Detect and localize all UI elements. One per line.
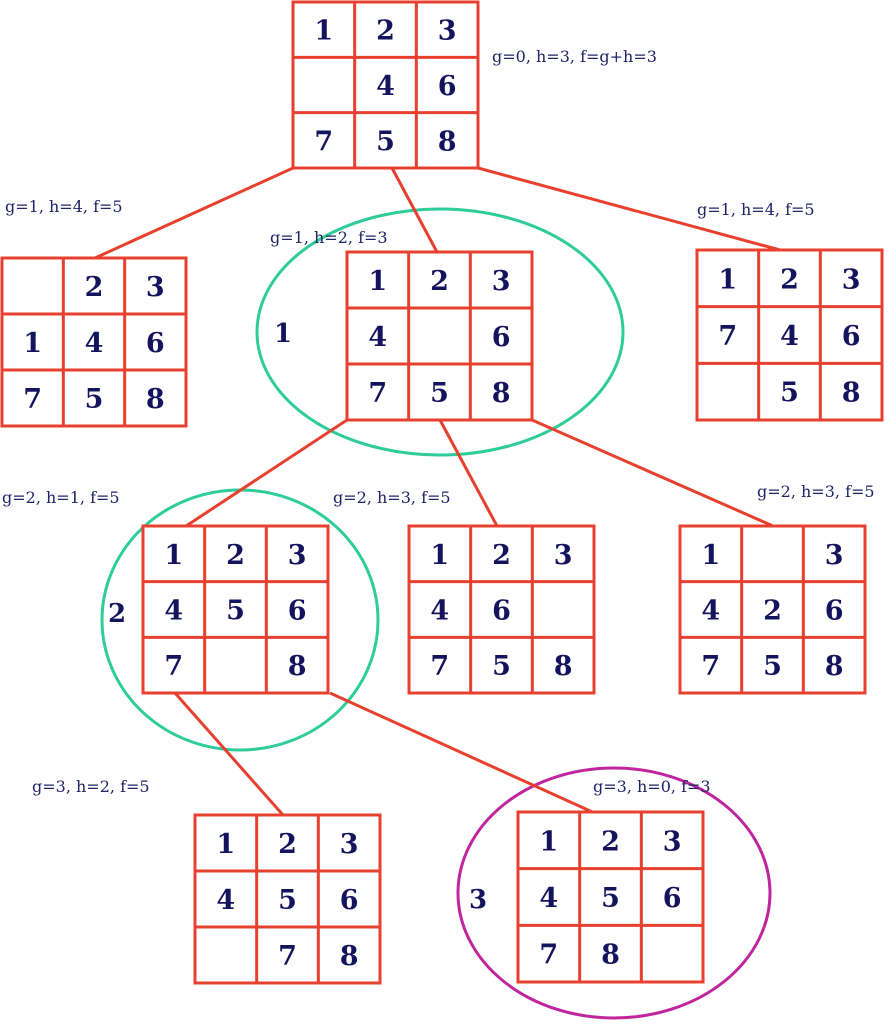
cost-label: g=0, h=3, f=g+h=3 <box>492 47 657 66</box>
puzzle-tile: 4 <box>701 596 720 627</box>
puzzle-tile: 4 <box>376 71 395 102</box>
puzzle-tile: 8 <box>554 651 573 682</box>
puzzle-tile: 6 <box>340 885 359 916</box>
puzzle-tile: 7 <box>539 940 558 971</box>
puzzle-tile: 2 <box>226 540 245 571</box>
puzzle-tile: 7 <box>718 321 737 352</box>
puzzle-tile: 7 <box>278 941 297 972</box>
puzzle-tile: 2 <box>492 540 511 571</box>
step-number: 3 <box>469 885 487 915</box>
puzzle-tile: 6 <box>663 883 682 914</box>
puzzle-tile: 3 <box>825 540 844 571</box>
puzzle-tile: 8 <box>340 941 359 972</box>
8-puzzle-search-tree: 1 2 3 4 6 7 5 8 g=0, h=3, f=g+h=3 2 3 1 4 6 7 5 8 g=1, h=… <box>0 0 884 1020</box>
puzzle-tile: 8 <box>438 126 457 157</box>
puzzle-tile: 2 <box>780 264 799 295</box>
puzzle-tile: 3 <box>842 264 861 295</box>
puzzle-tile: 4 <box>780 321 799 352</box>
puzzle-tile: 5 <box>492 651 511 682</box>
puzzle-tile: 6 <box>842 321 861 352</box>
puzzle-tile: 8 <box>288 651 307 682</box>
puzzle-tile: 1 <box>164 540 183 571</box>
puzzle-tile: 8 <box>825 651 844 682</box>
tree-edge <box>179 418 348 532</box>
puzzle-tile: 5 <box>278 885 297 916</box>
cost-label: g=1, h=2, f=3 <box>270 228 388 247</box>
puzzle-tile: 1 <box>430 540 449 571</box>
puzzle-tile: 7 <box>23 384 42 415</box>
puzzle-tile: 4 <box>85 328 104 359</box>
puzzle-tile: 6 <box>492 322 511 353</box>
cost-label: g=1, h=4, f=5 <box>697 200 815 219</box>
puzzle-tile: 2 <box>601 826 620 857</box>
puzzle-tile: 5 <box>430 378 449 409</box>
puzzle-tile: 7 <box>368 378 387 409</box>
puzzle-tile: 5 <box>601 883 620 914</box>
tree-edge <box>173 692 285 816</box>
puzzle-tile: 3 <box>492 266 511 297</box>
puzzle-tile: 6 <box>492 596 511 627</box>
puzzle-tile: 7 <box>430 651 449 682</box>
puzzle-tile: 3 <box>340 829 359 860</box>
puzzle-tile: 8 <box>146 384 165 415</box>
puzzle-tile: 5 <box>85 384 104 415</box>
cost-label: g=1, h=4, f=5 <box>5 197 123 216</box>
puzzle-tile: 2 <box>278 829 297 860</box>
puzzle-tile: 1 <box>718 264 737 295</box>
cost-label: g=3, h=2, f=5 <box>32 777 150 796</box>
puzzle-tile: 8 <box>601 940 620 971</box>
puzzle-tile: 2 <box>763 596 782 627</box>
tree-edge <box>531 418 774 528</box>
puzzle-tile: 5 <box>376 126 395 157</box>
puzzle-tile: 6 <box>438 71 457 102</box>
tree-edge <box>329 691 611 822</box>
puzzle-tile: 4 <box>216 885 235 916</box>
puzzle-tile: 7 <box>164 651 183 682</box>
tree-edge <box>94 166 294 260</box>
puzzle-tile: 1 <box>23 328 42 359</box>
puzzle-tile: 2 <box>430 266 449 297</box>
cost-label: g=2, h=3, f=5 <box>757 482 875 501</box>
puzzle-tile: 5 <box>763 651 782 682</box>
puzzle-tile: 2 <box>85 272 104 303</box>
puzzle-tile: 4 <box>430 596 449 627</box>
step-number: 1 <box>274 319 292 349</box>
puzzle-tile: 6 <box>825 596 844 627</box>
puzzle-tile: 5 <box>780 378 799 409</box>
puzzle-tile: 3 <box>146 272 165 303</box>
puzzle-tile: 7 <box>701 651 720 682</box>
puzzle-tile: 4 <box>368 322 387 353</box>
puzzle-tile: 3 <box>288 540 307 571</box>
puzzle-tile: 2 <box>376 16 395 47</box>
tree-edge <box>438 419 499 527</box>
puzzle-tile: 8 <box>492 378 511 409</box>
puzzle-tile: 6 <box>288 596 307 627</box>
puzzle-tile: 1 <box>368 266 387 297</box>
puzzle-tile: 3 <box>438 16 457 47</box>
puzzle-tile: 1 <box>701 540 720 571</box>
puzzle-tile: 1 <box>216 829 235 860</box>
puzzle-tile: 8 <box>842 378 861 409</box>
puzzle-tile: 1 <box>314 16 333 47</box>
puzzle-tile: 6 <box>146 328 165 359</box>
puzzle-tile: 1 <box>539 826 558 857</box>
cost-label: g=2, h=3, f=5 <box>333 488 451 507</box>
cost-label: g=2, h=1, f=5 <box>2 488 120 507</box>
cost-label: g=3, h=0, f=3 <box>593 777 711 796</box>
puzzle-tile: 7 <box>314 126 333 157</box>
puzzle-tile: 3 <box>554 540 573 571</box>
puzzle-tile: 4 <box>539 883 558 914</box>
puzzle-tile: 4 <box>164 596 183 627</box>
puzzle-tile: 5 <box>226 596 245 627</box>
step-number: 2 <box>108 599 126 629</box>
puzzle-tile: 3 <box>663 826 682 857</box>
